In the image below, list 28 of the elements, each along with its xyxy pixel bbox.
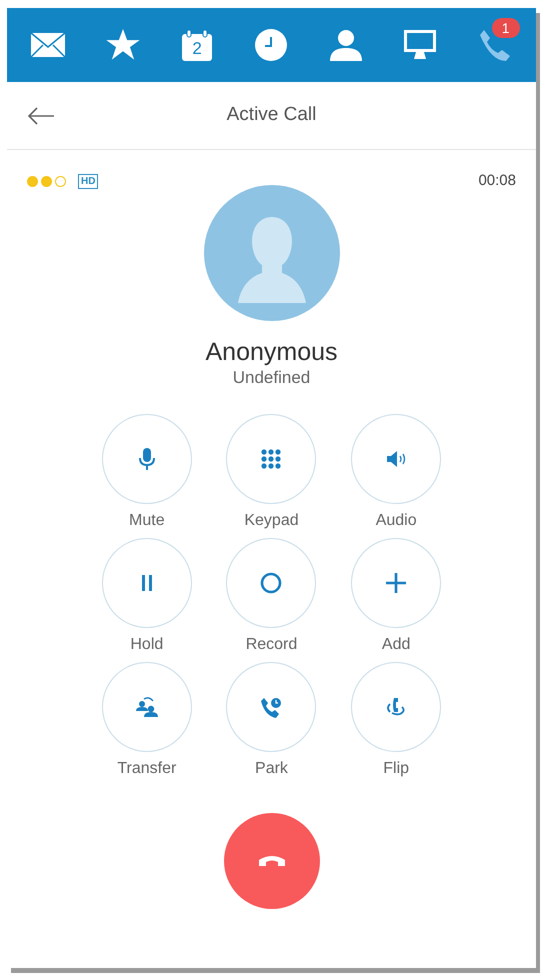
- back-arrow-icon[interactable]: [27, 106, 55, 124]
- clock-icon[interactable]: [255, 29, 288, 61]
- action-label: Hold: [130, 635, 164, 655]
- action-label: Audio: [376, 511, 417, 531]
- hd-badge: HD: [78, 174, 98, 188]
- person-icon[interactable]: [328, 29, 363, 61]
- monitor-icon[interactable]: [403, 29, 438, 61]
- record-icon: [259, 571, 284, 595]
- caller-subtitle: Undefined: [232, 367, 310, 389]
- star-icon[interactable]: [106, 29, 140, 61]
- plus-icon: [384, 571, 408, 595]
- hang-up-icon: [256, 854, 286, 868]
- phone-clock-icon: [259, 695, 284, 719]
- action-label: Keypad: [244, 511, 299, 531]
- caller-name: Anonymous: [205, 337, 338, 367]
- call-timer: 00:08: [478, 170, 516, 191]
- page-title: Active Call: [226, 103, 316, 128]
- action-label: Record: [246, 635, 298, 655]
- action-label: Park: [255, 759, 288, 779]
- action-label: Transfer: [117, 759, 176, 779]
- mail-icon[interactable]: [30, 32, 66, 58]
- transfer-icon: [134, 695, 159, 719]
- action-label: Add: [382, 635, 410, 655]
- avatar-icon: [204, 185, 340, 321]
- action-label: Mute: [129, 511, 165, 531]
- keypad-icon: [259, 447, 284, 471]
- action-label: Flip: [383, 759, 410, 779]
- notification-badge: 1: [492, 18, 520, 38]
